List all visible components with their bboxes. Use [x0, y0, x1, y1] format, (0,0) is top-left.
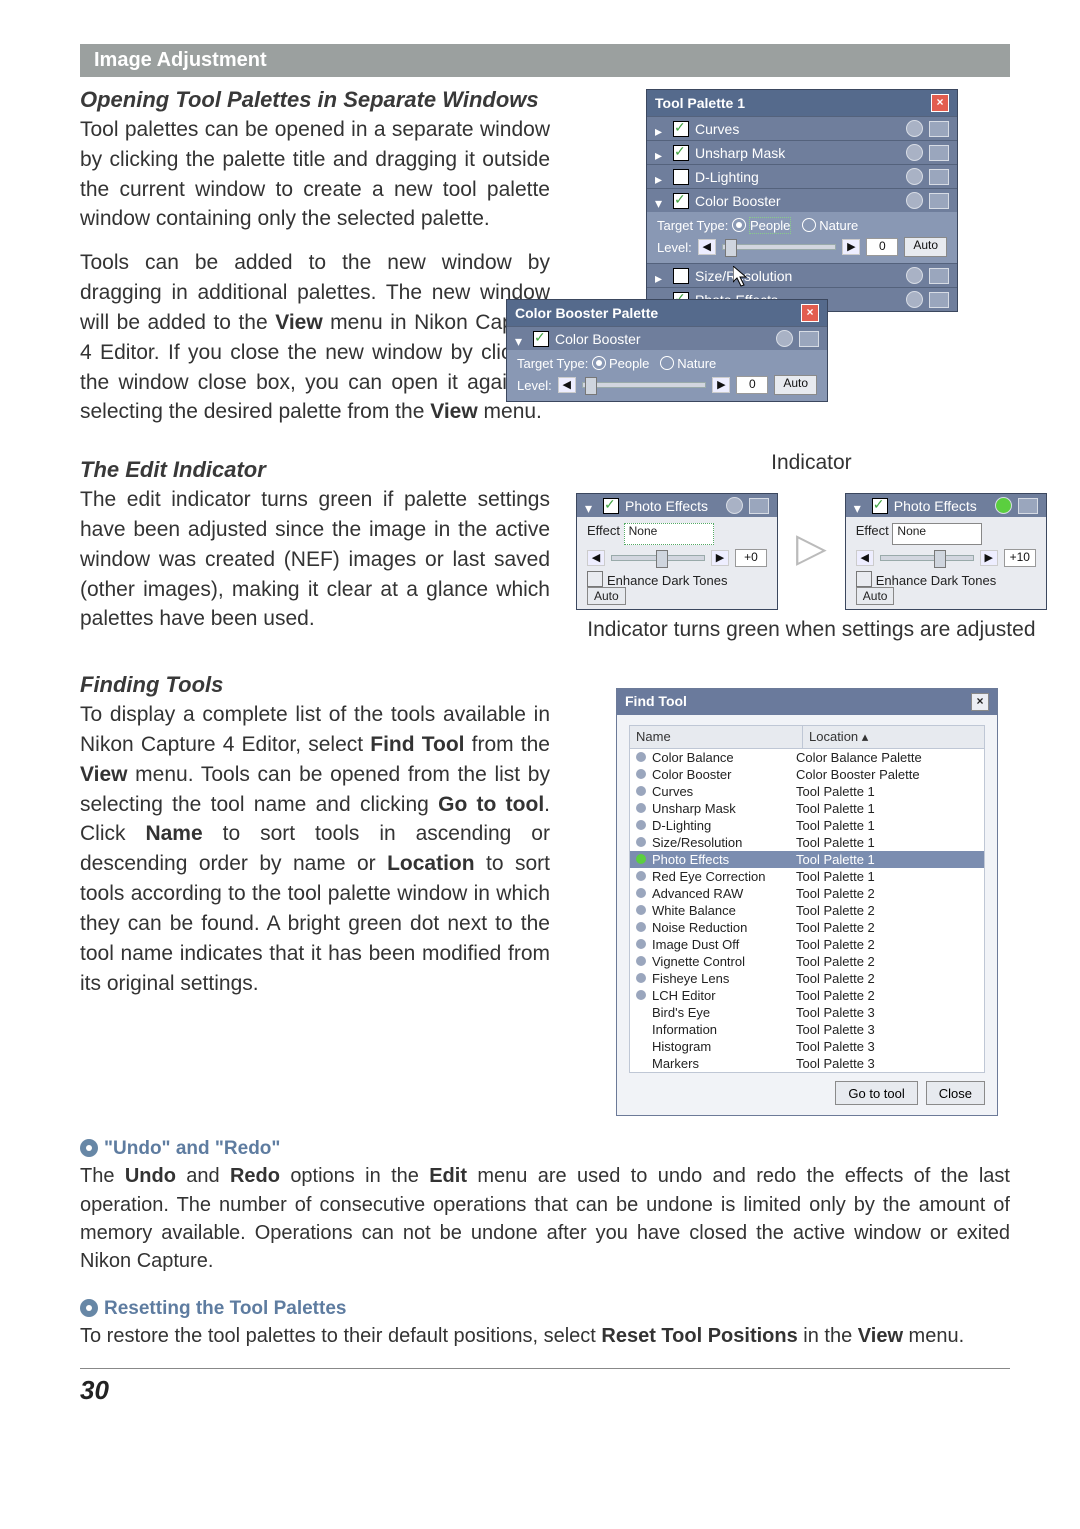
section-banner: Image Adjustment	[80, 44, 1010, 77]
para-finding-tools: To display a complete list of the tools …	[80, 700, 550, 998]
heading-finding-tools: Finding Tools	[80, 672, 550, 698]
close-icon[interactable]: ×	[801, 304, 819, 322]
indicator-dot-green	[995, 497, 1012, 514]
table-row[interactable]: Color BalanceColor Balance Palette	[630, 749, 984, 766]
color-booster-palette: Color Booster Palette× ▾Color Booster Ta…	[506, 299, 828, 402]
table-row[interactable]: Advanced RAWTool Palette 2	[630, 885, 984, 902]
close-button[interactable]: Close	[926, 1081, 985, 1105]
heading-reset: Resetting the Tool Palettes	[80, 1298, 1010, 1320]
para-undo: The Undo and Redo options in the Edit me…	[80, 1162, 1010, 1276]
para-reset: To restore the tool palettes to their de…	[80, 1322, 1010, 1350]
go-to-tool-button[interactable]: Go to tool	[835, 1081, 917, 1105]
table-row[interactable]: MarkersTool Palette 3	[630, 1055, 984, 1072]
table-row[interactable]: Image Dust OffTool Palette 2	[630, 936, 984, 953]
column-location[interactable]: Location ▴	[803, 726, 984, 748]
palette-row[interactable]: ▸Curves	[647, 116, 957, 140]
note-icon	[80, 1139, 98, 1157]
radio-people[interactable]	[732, 218, 746, 232]
indicator-dot	[726, 497, 743, 514]
indicator-turns-label: Indicator turns green when settings are …	[576, 618, 1047, 642]
table-row[interactable]: Red Eye CorrectionTool Palette 1	[630, 868, 984, 885]
column-name[interactable]: Name	[630, 726, 803, 748]
para-edit-indicator: The edit indicator turns green if palett…	[80, 485, 550, 634]
radio-nature[interactable]	[802, 218, 816, 232]
para-opening-2: Tools can be added to the new window by …	[80, 248, 550, 427]
table-row[interactable]: White BalanceTool Palette 2	[630, 902, 984, 919]
table-row[interactable]: Photo EffectsTool Palette 1	[630, 851, 984, 868]
table-row[interactable]: Noise ReductionTool Palette 2	[630, 919, 984, 936]
auto-button[interactable]: Auto	[904, 237, 947, 257]
table-row[interactable]: Bird's EyeTool Palette 3	[630, 1004, 984, 1021]
table-row[interactable]: LCH EditorTool Palette 2	[630, 987, 984, 1004]
heading-edit-indicator: The Edit Indicator	[80, 457, 550, 483]
close-icon[interactable]: ×	[971, 693, 989, 711]
table-row[interactable]: Color BoosterColor Booster Palette	[630, 766, 984, 783]
table-row[interactable]: Size/ResolutionTool Palette 1	[630, 834, 984, 851]
heading-opening: Opening Tool Palettes in Separate Window…	[80, 87, 550, 113]
para-opening-1: Tool palettes can be opened in a separat…	[80, 115, 550, 234]
close-icon[interactable]: ×	[931, 94, 949, 112]
photo-effects-panel-after: ▾Photo Effects Effect None ◀▶+10 Enhance…	[845, 493, 1047, 610]
tool-palette-1: Tool Palette 1× ▸Curves ▸Unsharp Mask ▸D…	[646, 89, 958, 312]
table-row[interactable]: Fisheye LensTool Palette 2	[630, 970, 984, 987]
note-icon	[80, 1299, 98, 1317]
table-row[interactable]: CurvesTool Palette 1	[630, 783, 984, 800]
table-row[interactable]: D-LightingTool Palette 1	[630, 817, 984, 834]
table-row[interactable]: Vignette ControlTool Palette 2	[630, 953, 984, 970]
photo-effects-panel-before: ▾Photo Effects Effect None ◀▶+0 Enhance …	[576, 493, 778, 610]
table-row[interactable]: Unsharp MaskTool Palette 1	[630, 800, 984, 817]
heading-undo-redo: "Undo" and "Redo"	[80, 1138, 1010, 1160]
page-number: 30	[80, 1375, 1010, 1406]
table-row[interactable]: InformationTool Palette 3	[630, 1021, 984, 1038]
table-row[interactable]: HistogramTool Palette 3	[630, 1038, 984, 1055]
find-tool-dialog: Find Tool× NameLocation ▴ Color BalanceC…	[616, 688, 998, 1116]
triangle-icon: ▷	[796, 525, 827, 571]
tool-list: NameLocation ▴ Color BalanceColor Balanc…	[629, 725, 985, 1073]
indicator-label: Indicator	[576, 451, 1047, 475]
